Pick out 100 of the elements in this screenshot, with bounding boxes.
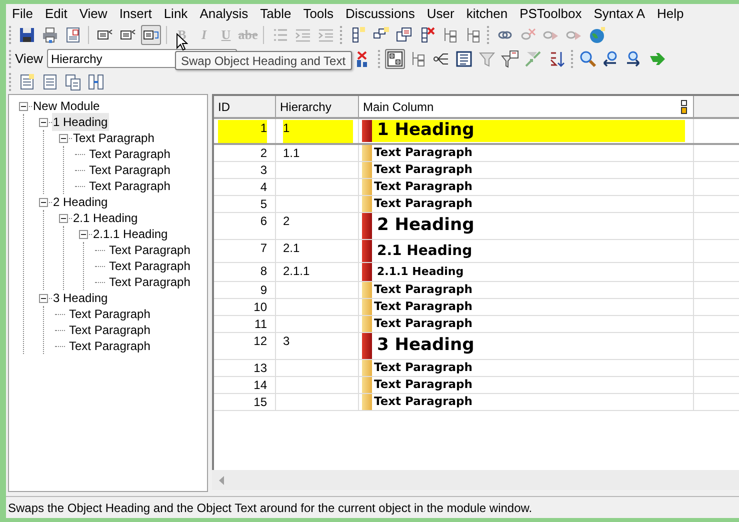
table-row[interactable]: 4 Text Paragraph: [214, 179, 739, 196]
document-icon[interactable]: [40, 73, 58, 91]
menu-item[interactable]: Table: [254, 4, 298, 24]
new-page-icon[interactable]: [18, 73, 36, 91]
outline-icon[interactable]: [386, 50, 404, 68]
menu-item[interactable]: Help: [651, 4, 690, 24]
column-header[interactable]: Hierarchy: [276, 96, 359, 119]
tree-item[interactable]: Text Paragraph: [68, 337, 152, 355]
menu-item[interactable]: File: [6, 4, 39, 24]
table-row[interactable]: 13 Text Paragraph: [214, 360, 739, 377]
tree-item[interactable]: 2 Heading: [52, 193, 109, 211]
id-cell: 3: [260, 162, 267, 178]
heading-marker-icon: [362, 240, 372, 262]
table-row[interactable]: 3 Text Paragraph: [214, 162, 739, 179]
tooltip: Swap Object Heading and Text: [175, 51, 352, 70]
column-header[interactable]: ID: [214, 96, 276, 119]
collapse-icon[interactable]: [39, 118, 48, 126]
tree-item[interactable]: Text Paragraph: [88, 177, 172, 195]
tree-item[interactable]: 1 Heading: [52, 113, 109, 131]
split-icon[interactable]: [86, 73, 104, 91]
paragraph-marker-icon: [362, 196, 372, 212]
menu-item[interactable]: PSToolbox: [514, 4, 588, 24]
page-icon[interactable]: [64, 26, 82, 44]
menu-item[interactable]: User: [420, 4, 460, 24]
menu-item[interactable]: Syntax A: [588, 4, 652, 24]
heading-marker-icon: [362, 263, 372, 281]
table-row[interactable]: 6 2 2 Heading: [214, 213, 739, 240]
hierarchy-cell: 3: [283, 333, 290, 349]
id-cell: 12: [254, 333, 267, 349]
menu-item[interactable]: Insert: [113, 4, 158, 24]
heading-text: 2.1.1 Heading: [377, 264, 464, 280]
table-row[interactable]: 11 Text Paragraph: [214, 316, 739, 333]
id-cell: 8: [260, 263, 267, 279]
collapse-icon[interactable]: [39, 198, 48, 206]
copy-icon[interactable]: [64, 73, 82, 91]
paragraph-text: Text Paragraph: [374, 298, 472, 316]
paragraph-marker-icon: [362, 360, 372, 376]
heading-text: 3 Heading: [377, 334, 474, 358]
tree-item[interactable]: Text Paragraph: [68, 321, 152, 339]
tree-item[interactable]: Text Paragraph: [72, 129, 156, 147]
collapse-icon[interactable]: [59, 214, 68, 222]
tree-item[interactable]: Text Paragraph: [108, 241, 192, 259]
id-cell: 6: [260, 213, 267, 229]
table-row[interactable]: 15 Text Paragraph: [214, 394, 739, 411]
id-cell: 14: [254, 377, 267, 393]
paragraph-text: Text Paragraph: [374, 376, 472, 394]
globe-icon[interactable]: [588, 26, 606, 44]
column-header-label: ID: [218, 98, 230, 116]
tree-item[interactable]: Text Paragraph: [88, 161, 172, 179]
collapse-icon[interactable]: [19, 102, 28, 110]
paragraph-text: Text Paragraph: [374, 315, 472, 332]
menu-item[interactable]: Tools: [297, 4, 340, 24]
hierarchy-cell: 1.1: [283, 145, 300, 161]
tree-item[interactable]: Text Paragraph: [88, 145, 172, 163]
table-row[interactable]: 12 3 3 Heading: [214, 333, 739, 360]
tree-item[interactable]: 3 Heading: [52, 289, 109, 307]
paragraph-marker-icon: [362, 316, 372, 332]
id-cell: 10: [254, 299, 267, 315]
heading-marker-icon: [362, 333, 372, 359]
column-header-label: Main Column: [363, 98, 434, 116]
id-cell: 2: [260, 145, 267, 161]
table-row[interactable]: 8 2.1.1 2.1.1 Heading: [214, 263, 739, 282]
tree-item[interactable]: 2.1 Heading: [72, 209, 139, 227]
tree-item[interactable]: 2.1.1 Heading: [92, 225, 169, 243]
table-row[interactable]: 10 Text Paragraph: [214, 299, 739, 316]
tree-item[interactable]: Text Paragraph: [108, 257, 192, 275]
menu-item[interactable]: kitchen: [460, 4, 514, 24]
collapse-icon[interactable]: [39, 294, 48, 302]
tree-item[interactable]: Text Paragraph: [68, 305, 152, 323]
table-row[interactable]: 5 Text Paragraph: [214, 196, 739, 213]
collapse-icon[interactable]: [79, 230, 88, 238]
menu-item[interactable]: Analysis: [194, 4, 254, 24]
id-cell: 7: [260, 240, 267, 256]
column-header[interactable]: Main Column: [359, 96, 694, 119]
id-cell: 11: [254, 316, 267, 332]
search-icon[interactable]: [579, 50, 598, 68]
heading-text: 1 Heading: [377, 119, 474, 142]
window-icon[interactable]: [394, 26, 412, 44]
table-row[interactable]: 7 2.1 2.1 Heading: [214, 240, 739, 263]
table-row[interactable]: 2 1.1 Text Paragraph: [214, 145, 739, 162]
table-row[interactable]: 14 Text Paragraph: [214, 377, 739, 394]
paragraph-text: Text Paragraph: [374, 281, 472, 298]
menu-item[interactable]: Link: [158, 4, 194, 24]
tree-item[interactable]: New Module: [32, 97, 101, 115]
tree-item[interactable]: Text Paragraph: [108, 273, 192, 291]
print-icon[interactable]: [40, 26, 58, 44]
id-cell: 13: [254, 360, 267, 376]
paragraph-text: Text Paragraph: [374, 195, 472, 212]
collapse-icon[interactable]: [59, 134, 68, 142]
document-list-icon[interactable]: [455, 50, 474, 68]
table-row[interactable]: 9 Text Paragraph: [214, 282, 739, 299]
menu-item[interactable]: Discussions: [340, 4, 421, 24]
paragraph-text: Text Paragraph: [374, 359, 472, 376]
filter-page-icon[interactable]: [501, 50, 520, 68]
paragraph-marker-icon: [362, 282, 372, 298]
column-marker-icon[interactable]: [681, 100, 687, 114]
save-icon[interactable]: [18, 26, 36, 44]
menu-item[interactable]: Edit: [38, 4, 74, 24]
status-text: Swaps the Object Heading and the Object Text around for the current object in the module window.: [8, 500, 532, 516]
menu-item[interactable]: View: [73, 4, 114, 24]
